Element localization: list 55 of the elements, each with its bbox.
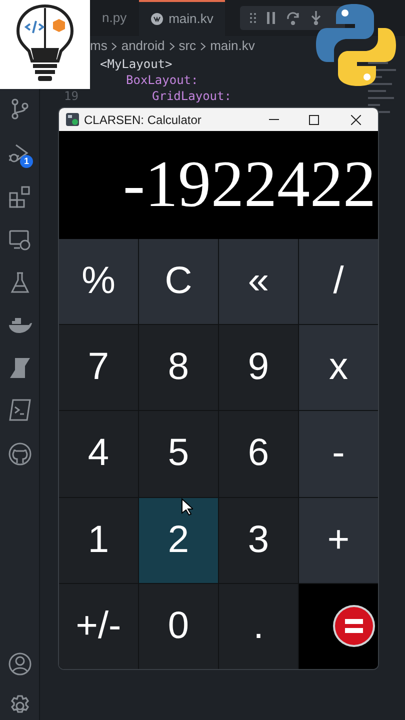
source-control-icon[interactable] (10, 98, 30, 120)
calculator-key[interactable]: « (219, 239, 298, 324)
calculator-key[interactable]: 1 (59, 498, 138, 583)
step-into-icon[interactable] (310, 11, 322, 25)
calculator-key[interactable]: 6 (219, 411, 298, 497)
line-number: 19 (64, 88, 78, 105)
calculator-key[interactable]: 3 (219, 498, 298, 583)
code-line: <MyLayout> (100, 56, 172, 73)
calculator-key[interactable]: 4 (59, 411, 138, 497)
account-icon[interactable] (8, 652, 32, 676)
cube-icon[interactable] (9, 357, 31, 379)
calculator-key[interactable]: 9 (219, 325, 298, 410)
whale-icon[interactable] (8, 316, 32, 334)
calculator-key[interactable]: + (299, 498, 378, 583)
breadcrumb-item[interactable]: ms (90, 36, 108, 56)
chevron-icon (200, 42, 206, 50)
calculator-key[interactable]: . (219, 584, 298, 669)
pause-icon[interactable] (266, 12, 276, 24)
window-title: CLARSEN: Calculator (84, 112, 202, 128)
calculator-key[interactable]: - (299, 411, 378, 497)
display-value: -1922422 (123, 152, 377, 218)
calculator-key[interactable]: 0 (139, 584, 218, 669)
calculator-key[interactable]: % (59, 239, 138, 324)
github-icon[interactable] (8, 442, 32, 466)
extensions-icon[interactable] (9, 186, 31, 208)
editor-tab[interactable]: main.kv (138, 0, 226, 36)
calculator-key[interactable]: 5 (139, 411, 218, 497)
app-icon (66, 113, 79, 126)
code-line: BoxLayout: (126, 72, 198, 89)
calculator-key[interactable]: 2 (139, 498, 218, 583)
file-icon (150, 13, 163, 25)
flask-icon[interactable] (10, 272, 30, 294)
calculator-key[interactable]: +/- (59, 584, 138, 669)
calculator-key[interactable]: / (299, 239, 378, 324)
mouse-pointer-icon (181, 498, 193, 516)
chevron-icon (111, 42, 118, 50)
calculator-key[interactable]: 7 (59, 325, 138, 410)
calculator-key[interactable]: C (139, 239, 218, 324)
calculator-key[interactable]: 8 (139, 325, 218, 410)
calculator-key[interactable]: x (299, 325, 378, 410)
breadcrumb-item[interactable]: main.kv (210, 36, 255, 56)
breadcrumb-item[interactable]: src (178, 36, 196, 56)
equals-icon (332, 604, 376, 648)
drag-handle-icon[interactable] (250, 12, 256, 24)
close-icon (351, 114, 361, 124)
step-over-icon[interactable] (286, 11, 300, 25)
notification-badge: 1 (20, 155, 33, 168)
equals-button[interactable] (299, 584, 378, 669)
remote-explorer-icon[interactable] (9, 229, 31, 251)
terminal-icon[interactable] (9, 399, 31, 421)
code-line: GridLayout: (152, 88, 232, 105)
chevron-icon (168, 42, 175, 50)
maximize-icon (309, 114, 319, 124)
minimize-icon (269, 118, 279, 120)
breadcrumb-item[interactable]: android (121, 36, 165, 56)
